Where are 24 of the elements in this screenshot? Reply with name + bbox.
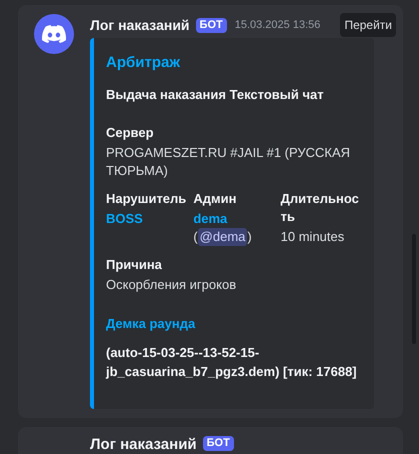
- bot-tag: БОТ: [196, 18, 227, 32]
- bot-tag: БОТ: [202, 436, 234, 450]
- field-value: (: [193, 228, 198, 246]
- field-name: Админ: [193, 190, 238, 208]
- field-name: Нарушитель: [106, 190, 188, 208]
- controller-icon: [42, 25, 66, 43]
- user-link[interactable]: BOSS: [106, 210, 188, 228]
- field-value: 10 minutes: [280, 228, 344, 246]
- user-mention[interactable]: @dema: [198, 228, 248, 246]
- timestamp: 15.03.2025 13:56: [234, 18, 320, 33]
- field-value: PROGAMESZET.RU #JAIL #1 (РУССКАЯ ТЮРЬМА): [106, 144, 352, 180]
- embed-title[interactable]: Арбитраж: [106, 52, 362, 74]
- field-value: ): [247, 228, 252, 246]
- field-name: Длительность: [280, 190, 360, 226]
- author-name[interactable]: Лог наказаний: [90, 434, 197, 454]
- user-link[interactable]: dema: [193, 210, 275, 228]
- demo-filename: (auto-15-03-25--13-52-15-jb_casuarina_b7_pgz3.dem) [тик: 17688]: [106, 344, 358, 380]
- field-name: Сервер: [106, 124, 155, 142]
- field-value: Оскорбления игроков: [106, 276, 236, 294]
- section-title: Демка раунда: [106, 315, 196, 333]
- jump-button[interactable]: Перейти: [340, 13, 396, 37]
- embed-description: Выдача наказания Текстовый чат: [106, 86, 325, 104]
- field-name: Причина: [106, 256, 163, 274]
- author-name[interactable]: Лог наказаний: [90, 14, 190, 36]
